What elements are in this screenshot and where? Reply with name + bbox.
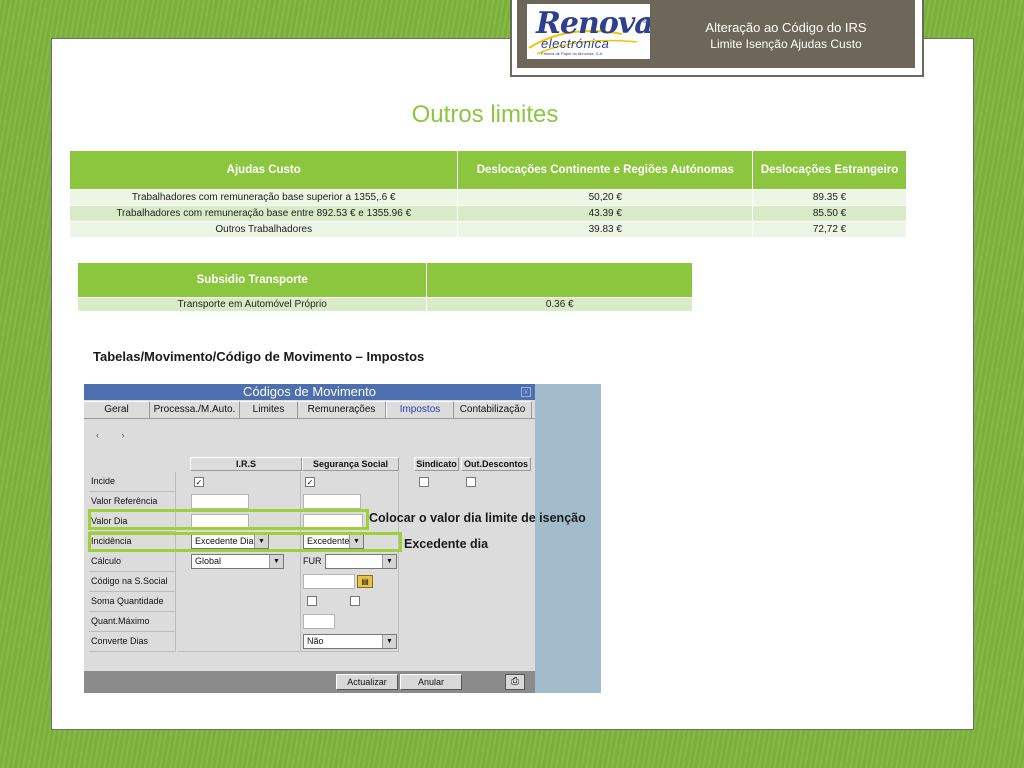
valor-dia-callout: Colocar o valor dia limite de isenção	[369, 511, 586, 525]
menu-path-label: Tabelas/Movimento/Código de Movimento – …	[93, 349, 425, 364]
window-bottom-bar: Actualizar Anular ⎙	[84, 671, 535, 693]
ss-soma-quantidade-checkbox-2[interactable]	[350, 596, 360, 606]
ss-valor-referencia-input[interactable]	[303, 494, 361, 509]
table-cell: Trabalhadores com remuneração base super…	[68, 189, 459, 206]
logo-tagline: Fábrica de Papel do Almonda, S.A.	[541, 51, 604, 56]
irs-incide-checkbox[interactable]: ✓	[194, 477, 204, 487]
table-cell: 50,20 €	[457, 189, 754, 206]
irs-calculo-select[interactable]: Global ▼	[191, 554, 284, 569]
ss-converte-dias-select[interactable]: Não ▼	[303, 634, 397, 649]
table-cell: Transporte em Automóvel Próprio	[76, 297, 428, 312]
ss-soma-quantidade-checkbox-1[interactable]	[307, 596, 317, 606]
subsidio-transporte-table: Subsidio Transporte Transporte em Automó…	[76, 262, 693, 312]
row-label-quant-maximo: Quant.Máximo	[89, 612, 176, 632]
chevron-down-icon[interactable]: ▼	[382, 555, 396, 568]
irs-valor-referencia-input[interactable]	[191, 494, 249, 509]
tab-underline	[84, 418, 535, 419]
outdescontos-incide-checkbox[interactable]	[466, 477, 476, 487]
column-header: Deslocações Estrangeiro	[752, 150, 907, 190]
table-header-row: Ajudas Custo Deslocações Continente e Re…	[68, 150, 907, 190]
header-title-block: Alteração ao Código do IRS Limite Isençã…	[660, 20, 912, 52]
table-cell: Outros Trabalhadores	[68, 221, 459, 238]
column-header	[426, 262, 693, 298]
excedente-callout: Excedente dia	[404, 537, 489, 551]
table-cell: Trabalhadores com remuneração base entre…	[68, 205, 459, 222]
tab-limites[interactable]: Limites	[240, 401, 298, 418]
page-title: Outros limites	[411, 101, 559, 128]
table-row: Trabalhadores com remuneração base entre…	[68, 205, 907, 222]
column-header-out-descontos: Out.Descontos	[461, 457, 531, 471]
table-header-row: Subsidio Transporte	[76, 262, 693, 298]
window-title: Códigos de Movimento	[243, 384, 376, 399]
table-cell: 89.35 €	[752, 189, 907, 206]
chevron-down-icon[interactable]: ▼	[382, 635, 396, 648]
chevron-down-icon[interactable]: ▼	[269, 555, 283, 568]
table-cell: 85.50 €	[752, 205, 907, 222]
registered-icon: ®	[642, 18, 648, 25]
column-header-irs: I.R.S	[190, 457, 302, 471]
row-label-codigo-ss: Código na S.Social	[89, 572, 176, 592]
table-row: Transporte em Automóvel Próprio 0.36 €	[76, 297, 693, 312]
calendar-lookup-icon[interactable]: ▤	[357, 575, 373, 588]
table-cell: 43.39 €	[457, 205, 754, 222]
ss-quant-maximo-input[interactable]	[303, 614, 335, 629]
tab-processa[interactable]: Processa./M.Auto.	[150, 401, 240, 418]
impostos-grid: I.R.S Segurança Social Sindicato Out.Des…	[89, 457, 535, 657]
logo-subtext: electrónica	[541, 36, 610, 51]
ss-converte-dias-value: Não	[307, 636, 324, 646]
actualizar-button[interactable]: Actualizar	[336, 674, 398, 690]
sindicato-incide-checkbox[interactable]	[419, 477, 429, 487]
ss-calculo-prefix: FUR	[303, 556, 322, 566]
table-cell: 39.83 €	[457, 221, 754, 238]
ss-incide-checkbox[interactable]: ✓	[305, 477, 315, 487]
company-logo: Renova electrónica Fábrica de Papel do A…	[527, 4, 650, 59]
row-label-soma-quantidade: Soma Quantidade	[89, 592, 176, 612]
tab-contabilizacao[interactable]: Contabilização	[454, 401, 532, 418]
tab-bar: Geral Processa./M.Auto. Limites Remunera…	[84, 401, 535, 418]
ss-codigo-input[interactable]	[303, 574, 355, 589]
tab-impostos[interactable]: Impostos	[386, 401, 454, 418]
row-label-calculo: Cálculo	[89, 552, 176, 572]
window-titlebar: Códigos de Movimento x	[84, 384, 535, 400]
incidencia-highlight	[88, 532, 402, 552]
valor-dia-highlight	[88, 509, 369, 530]
anular-button[interactable]: Anular	[400, 674, 462, 690]
column-header: Deslocações Continente e Regiões Autónom…	[457, 150, 754, 190]
column-header: Ajudas Custo	[68, 150, 459, 190]
printer-icon[interactable]: ⎙	[505, 674, 525, 690]
ajudas-custo-table: Ajudas Custo Deslocações Continente e Re…	[68, 150, 907, 238]
table-cell: 0.36 €	[426, 297, 693, 312]
table-row: Trabalhadores com remuneração base super…	[68, 189, 907, 206]
tab-geral[interactable]: Geral	[84, 401, 150, 418]
header-subtitle: Limite Isenção Ajudas Custo	[710, 37, 862, 51]
row-label-incide: Incide	[89, 472, 176, 492]
irs-calculo-value: Global	[195, 556, 222, 566]
ss-calculo-select[interactable]: ▼	[325, 554, 397, 569]
column-header: Subsidio Transporte	[76, 262, 428, 298]
nav-arrows-icon[interactable]: ‹ ›	[96, 430, 135, 440]
header-title: Alteração ao Código do IRS	[705, 20, 867, 35]
column-header-sindicato: Sindicato	[414, 457, 459, 471]
table-cell: 72,72 €	[752, 221, 907, 238]
column-header-seg-social: Segurança Social	[302, 457, 399, 471]
table-row: Outros Trabalhadores 39.83 € 72,72 €	[68, 221, 907, 238]
row-label-converte-dias: Converte Dias	[89, 632, 176, 652]
close-icon[interactable]: x	[521, 387, 531, 397]
tab-remuneracoes[interactable]: Remunerações	[298, 401, 386, 418]
